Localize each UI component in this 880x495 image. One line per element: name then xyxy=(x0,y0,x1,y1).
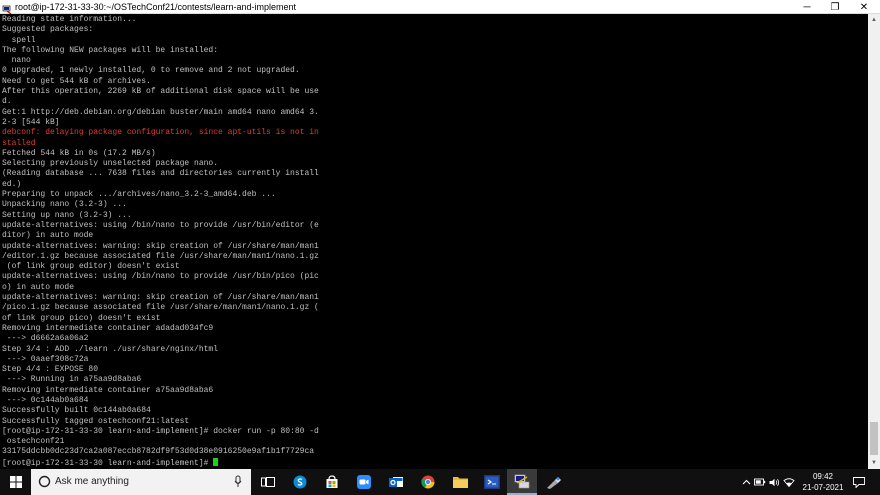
terminal-line: 33175ddcbb0dc23d7ca2a087eccb8782df9f53d0… xyxy=(2,447,315,457)
terminal-line: /pico.1.gz because associated file /usr/… xyxy=(2,303,319,313)
terminal-prompt[interactable]: [root@ip-172-31-33-30 learn-and-implemen… xyxy=(2,459,213,468)
terminal-line: Step 3/4 : ADD ./learn ./usr/share/nginx… xyxy=(2,344,219,354)
chevron-up-icon xyxy=(742,479,750,485)
terminal-line: Reading state information... xyxy=(2,15,137,24)
task-view-icon xyxy=(261,477,275,487)
taskbar: Ask me anything 09:42 21-07-2021 xyxy=(0,469,880,495)
terminal-line: Removing intermediate container adadad03… xyxy=(2,323,214,333)
terminal-line: Need to get 544 kB of archives. xyxy=(2,76,151,86)
terminal-line: update-alternatives: warning: skip creat… xyxy=(2,293,319,303)
terminal-line: nano xyxy=(2,56,31,66)
terminal-line: ed.) xyxy=(2,179,22,189)
clock-date: 21-07-2021 xyxy=(802,483,844,492)
skype-button[interactable] xyxy=(285,469,315,495)
search-box[interactable]: Ask me anything xyxy=(31,469,251,495)
terminal-lines: Reading state information... Suggested p… xyxy=(2,15,319,469)
outlook-icon xyxy=(389,477,403,487)
terminal-line: ditor) in auto mode xyxy=(2,231,94,241)
zoom-button[interactable] xyxy=(349,469,379,495)
battery-button[interactable] xyxy=(753,469,767,495)
task-view-button[interactable] xyxy=(253,469,283,495)
terminal-line: Successfully built 0c144ab0a684 xyxy=(2,406,151,416)
terminal-line: The following NEW packages will be insta… xyxy=(2,45,219,55)
action-center-button[interactable] xyxy=(848,469,870,495)
terminal-line: ---> 0aaef308c72a xyxy=(2,354,89,364)
terminal-line: Removing intermediate container a75aa9d8… xyxy=(2,385,214,395)
windows-logo-icon xyxy=(9,476,22,488)
terminal-scrollbar[interactable]: ▲ ▼ xyxy=(868,14,880,469)
system-clock[interactable]: 09:42 21-07-2021 xyxy=(800,471,846,493)
terminal-line: [root@ip-172-31-33-30 learn-and-implemen… xyxy=(2,426,319,436)
scroll-up-icon[interactable]: ▲ xyxy=(868,14,880,26)
terminal-line: Step 4/4 : EXPOSE 80 xyxy=(2,365,99,375)
terminal-line: spell xyxy=(2,35,36,45)
volume-button[interactable] xyxy=(768,469,781,495)
terminal-line: Get:1 http://deb.debian.org/debian buste… xyxy=(2,107,319,117)
show-hidden-icons-button[interactable] xyxy=(740,469,752,495)
other-app-button[interactable] xyxy=(539,469,569,495)
terminal-line: 2-3 [544 kB] xyxy=(2,117,60,127)
microphone-icon[interactable] xyxy=(234,475,242,488)
terminal-line: Fetched 544 kB in 0s (17.2 MB/s) xyxy=(2,148,156,158)
battery-icon xyxy=(754,478,766,486)
window-title: root@ip-172-31-33-30:~/OSTechConf21/cont… xyxy=(15,2,297,12)
vscode-icon xyxy=(484,475,500,489)
minimize-button[interactable]: ─ xyxy=(793,0,821,14)
store-icon xyxy=(326,475,338,488)
window-titlebar[interactable]: root@ip-172-31-33-30:~/OSTechConf21/cont… xyxy=(0,0,880,15)
other-app-icon xyxy=(547,477,561,489)
terminal-line: ---> 0c144ab0a684 xyxy=(2,395,89,405)
outlook-button[interactable] xyxy=(381,469,411,495)
putty-taskbar-button[interactable] xyxy=(507,469,537,495)
terminal-line: of link group pico) doesn't exist xyxy=(2,313,161,323)
chrome-button[interactable] xyxy=(413,469,443,495)
terminal-line: Selecting previously unselected package … xyxy=(2,159,219,169)
zoom-icon xyxy=(357,475,371,489)
terminal-line: ---> d6662a6a06a2 xyxy=(2,334,89,344)
search-placeholder: Ask me anything xyxy=(55,476,129,487)
terminal-line: d. xyxy=(2,97,12,107)
terminal-output[interactable]: Reading state information... Suggested p… xyxy=(0,14,868,469)
terminal-line: Successfully tagged ostechconf21:latest xyxy=(2,416,190,426)
search-icon xyxy=(38,475,51,488)
terminal-line: Unpacking nano (3.2-3) ... xyxy=(2,200,127,210)
file-explorer-button[interactable] xyxy=(445,469,475,495)
terminal-line: 0 upgraded, 1 newly installed, 0 to remo… xyxy=(2,66,300,76)
start-button[interactable] xyxy=(0,469,31,495)
file-explorer-icon xyxy=(452,477,468,488)
store-button[interactable] xyxy=(317,469,347,495)
terminal-line: debconf: delaying package configuration,… xyxy=(2,128,319,138)
notification-icon xyxy=(853,476,865,488)
terminal-line: ---> Running in a75aa9d8aba6 xyxy=(2,375,142,385)
close-button[interactable]: ✕ xyxy=(850,0,878,14)
terminal-line: ostechconf21 xyxy=(2,437,65,447)
terminal-line: (of link group editor) doesn't exist xyxy=(2,262,180,272)
chrome-icon xyxy=(421,475,435,489)
terminal-line: /editor.1.gz because associated file /us… xyxy=(2,251,319,261)
terminal-line: stalled xyxy=(2,138,36,148)
terminal-line: (Reading database ... 7638 files and dir… xyxy=(2,169,319,179)
wifi-button[interactable] xyxy=(782,469,796,495)
putty-icon xyxy=(514,474,530,488)
speaker-icon xyxy=(769,478,780,486)
terminal-cursor xyxy=(213,457,219,466)
vscode-button[interactable] xyxy=(477,469,507,495)
putty-app-icon xyxy=(2,2,12,15)
terminal-line: Setting up nano (3.2-3) ... xyxy=(2,210,132,220)
wifi-icon xyxy=(783,477,795,487)
maximize-button[interactable]: ❐ xyxy=(821,0,849,14)
clock-time: 09:42 xyxy=(812,472,834,481)
terminal-line: o) in auto mode xyxy=(2,282,75,292)
scrollbar-thumb[interactable] xyxy=(870,422,878,455)
terminal-line: Suggested packages: xyxy=(2,25,94,35)
terminal-line: update-alternatives: warning: skip creat… xyxy=(2,241,319,251)
terminal-line: update-alternatives: using /bin/nano to … xyxy=(2,272,319,282)
terminal-line: Preparing to unpack .../archives/nano_3.… xyxy=(2,190,276,200)
scroll-down-icon[interactable]: ▼ xyxy=(868,457,880,469)
terminal-line: update-alternatives: using /bin/nano to … xyxy=(2,220,319,230)
terminal-line: After this operation, 2269 kB of additio… xyxy=(2,87,319,97)
skype-icon xyxy=(293,475,307,489)
